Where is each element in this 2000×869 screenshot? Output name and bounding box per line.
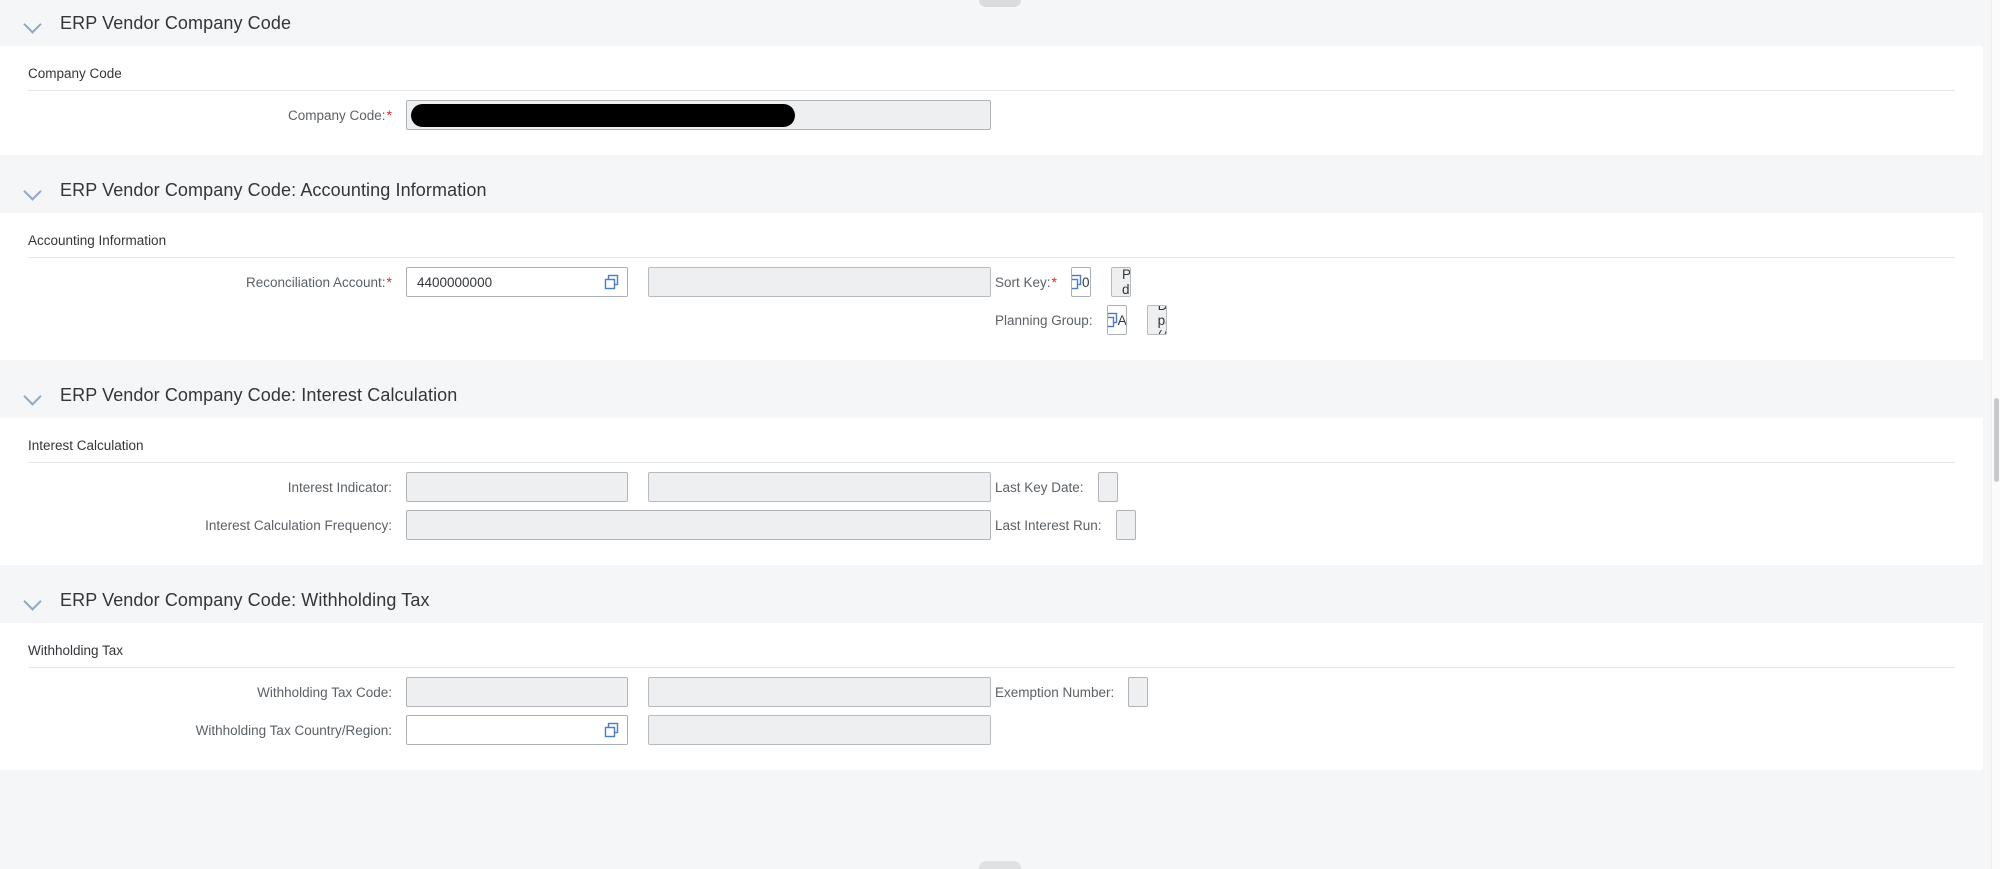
form-rows: Company Code:* — [0, 91, 1983, 131]
description-withholding-tax-country-region — [648, 715, 991, 745]
section-panel-interest-calculation: Interest Calculation Interest Indicator: L… — [0, 418, 1983, 565]
section-title: ERP Vendor Company Code: Interest Calcul… — [60, 384, 458, 405]
field-label-sort-key: Sort Key:* — [995, 274, 1057, 290]
chevron-down-icon[interactable] — [22, 12, 44, 34]
value-help-icon[interactable] — [1107, 312, 1119, 328]
section-header-withholding-tax[interactable]: ERP Vendor Company Code: Withholding Tax — [0, 577, 1983, 623]
section-title: ERP Vendor Company Code — [60, 12, 292, 33]
panel-body: Company Code Company Code:* — [0, 46, 1983, 155]
section-spacer — [0, 155, 1983, 167]
group-title-company-code: Company Code — [28, 66, 122, 81]
field-label-withholding-tax-country-region: Withholding Tax Country/Region: — [195, 722, 392, 738]
chevron-down-icon[interactable] — [22, 384, 44, 406]
section-title: ERP Vendor Company Code: Withholding Tax — [60, 589, 430, 610]
panel-body: Interest Calculation Interest Indicator: L… — [0, 418, 1983, 565]
description-planning-group-value: Domestic payments (A/P) — [1157, 305, 1167, 335]
section-spacer — [0, 360, 1983, 372]
vertical-scrollbar-thumb[interactable] — [1994, 398, 1999, 482]
field-interest-indicator — [406, 472, 628, 502]
field-reconciliation-account-value: 4400000000 — [417, 274, 493, 290]
field-label-company-code: Company Code:* — [287, 107, 392, 123]
description-sort-key: Posting date — [1110, 267, 1131, 297]
form-page: ERP Vendor Company Code Company Code Compa… — [0, 0, 1983, 782]
description-planning-group: Domestic payments (A/P) — [1146, 305, 1167, 335]
field-label-exemption-number: Exemption Number: — [995, 684, 1115, 700]
description-sort-key-value: Posting date — [1121, 267, 1131, 297]
value-help-icon[interactable] — [604, 722, 620, 738]
redaction-bar — [411, 104, 795, 127]
description-withholding-tax-code — [648, 677, 991, 707]
form-rows: Interest Indicator: Last Key Date: Interes… — [0, 463, 1983, 541]
form-column-left: Company Code:* — [0, 100, 995, 130]
field-label-last-interest-run: Last Interest Run: — [995, 517, 1102, 533]
section-spacer — [0, 565, 1983, 577]
form-row: Interest Indicator: Last Key Date: — [0, 471, 1983, 503]
panel-body: Withholding Tax Withholding Tax Code: Exem… — [0, 623, 1983, 770]
section-header-accounting-information[interactable]: ERP Vendor Company Code: Accounting Info… — [0, 167, 1983, 213]
description-interest-indicator — [648, 472, 991, 502]
value-help-icon[interactable] — [1071, 274, 1083, 290]
bottom-collapse-handle[interactable] — [979, 861, 1021, 869]
field-sort-key-value: 001 — [1081, 274, 1090, 290]
field-reconciliation-account[interactable]: 4400000000 — [406, 267, 628, 297]
vertical-scrollbar[interactable] — [1991, 0, 2000, 869]
form-row: Withholding Tax Code: Exemption Number: — [0, 676, 1983, 708]
form-row: Company Code:* — [0, 99, 1983, 131]
field-planning-group-value: A1 — [1117, 312, 1127, 328]
form-column-right: Planning Group: A1 Domestic payments (A/P) — [0, 305, 1167, 335]
section-panel-accounting-information: Accounting Information Reconciliation Acc… — [0, 213, 1983, 360]
group-title-interest-calculation: Interest Calculation — [28, 438, 144, 453]
field-interest-calculation-frequency — [406, 510, 991, 540]
field-withholding-tax-country-region[interactable] — [406, 715, 628, 745]
form-row: Reconciliation Account:* 4400000000 Sort K… — [0, 266, 1983, 298]
form-row: Interest Calculation Frequency: Last Inte… — [0, 509, 1983, 541]
description-reconciliation-account — [648, 267, 991, 297]
section-title: ERP Vendor Company Code: Accounting Info… — [60, 179, 487, 200]
field-company-code — [406, 100, 991, 130]
form-row: Withholding Tax Country/Region: — [0, 714, 1983, 746]
field-label-last-key-date: Last Key Date: — [995, 479, 1084, 495]
required-asterisk: * — [386, 107, 392, 123]
field-sort-key[interactable]: 001 — [1070, 267, 1091, 297]
field-exemption-number — [1128, 677, 1149, 707]
value-help-icon[interactable] — [604, 274, 620, 290]
form-row: Planning Group: A1 Domestic payments (A/P) — [0, 304, 1983, 336]
form-rows: Withholding Tax Code: Exemption Number: Wi… — [0, 668, 1983, 746]
group-title-accounting-information: Accounting Information — [28, 233, 167, 248]
form-column-left: Withholding Tax Country/Region: — [0, 715, 995, 745]
field-withholding-tax-code — [406, 677, 628, 707]
form-viewport: ERP Vendor Company Code Company Code Compa… — [0, 0, 2000, 869]
group-title-withholding-tax: Withholding Tax — [28, 643, 124, 658]
section-panel-company-code: Company Code Company Code:* — [0, 46, 1983, 155]
field-planning-group[interactable]: A1 — [1106, 305, 1127, 335]
section-header-interest-calculation[interactable]: ERP Vendor Company Code: Interest Calcul… — [0, 372, 1983, 418]
form-rows: Reconciliation Account:* 4400000000 Sort K… — [0, 258, 1983, 336]
field-last-key-date — [1097, 472, 1118, 502]
chevron-down-icon[interactable] — [22, 179, 44, 201]
required-asterisk: * — [1051, 274, 1057, 290]
top-collapse-handle[interactable] — [979, 0, 1021, 7]
section-panel-withholding-tax: Withholding Tax Withholding Tax Code: Exem… — [0, 623, 1983, 770]
field-label-planning-group: Planning Group: — [995, 312, 1093, 328]
field-last-interest-run — [1115, 510, 1136, 540]
section-spacer — [0, 770, 1983, 782]
panel-body: Accounting Information Reconciliation Acc… — [0, 213, 1983, 360]
chevron-down-icon[interactable] — [22, 589, 44, 611]
